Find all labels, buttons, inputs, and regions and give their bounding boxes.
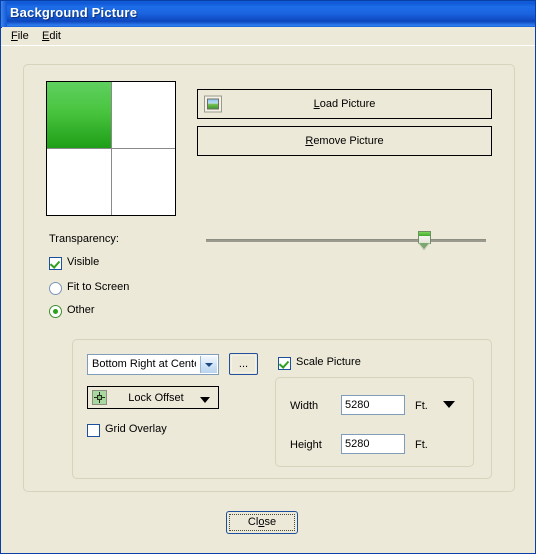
scale-picture-checkbox[interactable] bbox=[278, 357, 291, 370]
chevron-down-icon[interactable] bbox=[200, 356, 217, 373]
close-label-pre: Cl bbox=[247, 516, 259, 528]
title-bar[interactable]: Background Picture bbox=[1, 1, 535, 28]
remove-picture-label: Remove Picture bbox=[198, 135, 491, 147]
lock-offset-chevron-down-icon[interactable] bbox=[200, 397, 210, 403]
remove-picture-text: emove Picture bbox=[313, 135, 384, 147]
lock-offset-button[interactable]: Lock Offset bbox=[87, 386, 219, 409]
menu-edit-rest: dit bbox=[49, 30, 61, 42]
load-picture-text: oad Picture bbox=[319, 98, 376, 110]
load-picture-label: Load Picture bbox=[198, 98, 491, 110]
lock-offset-icon bbox=[92, 390, 107, 405]
height-label: Height bbox=[290, 439, 322, 451]
window-title: Background Picture bbox=[10, 5, 138, 20]
menu-separator bbox=[1, 45, 535, 46]
other-radio[interactable] bbox=[49, 305, 62, 318]
position-dropdown[interactable]: Bottom Right at Center bbox=[87, 354, 219, 375]
position-dropdown-value: Bottom Right at Center bbox=[92, 358, 196, 370]
menu-bar: File Edit bbox=[2, 27, 535, 45]
browse-button-label: ... bbox=[231, 355, 256, 373]
preview-horizontal-divider bbox=[47, 148, 175, 149]
menu-item-file[interactable]: File bbox=[7, 29, 33, 43]
visible-label: Visible bbox=[67, 256, 100, 268]
width-units-label: Ft. bbox=[415, 400, 428, 412]
grid-overlay-label: Grid Overlay bbox=[105, 423, 167, 435]
grid-overlay-checkbox[interactable] bbox=[87, 424, 100, 437]
slider-thumb[interactable] bbox=[418, 231, 431, 252]
remove-picture-button[interactable]: Remove Picture bbox=[197, 126, 492, 156]
height-input[interactable] bbox=[341, 434, 405, 454]
close-button-label: Close bbox=[227, 516, 297, 528]
close-label-post: se bbox=[264, 516, 277, 528]
slider-thumb-tip-inner bbox=[419, 243, 429, 249]
transparency-label: Transparency: bbox=[49, 233, 119, 245]
browse-button[interactable]: ... bbox=[229, 353, 258, 375]
other-label: Other bbox=[67, 304, 95, 316]
menu-file-rest: ile bbox=[17, 30, 29, 42]
menu-item-edit[interactable]: Edit bbox=[38, 29, 65, 43]
load-picture-button[interactable]: Load Picture bbox=[197, 89, 492, 119]
close-button[interactable]: Close bbox=[226, 511, 298, 534]
visible-checkbox[interactable] bbox=[49, 257, 62, 270]
preview-quadrant-top-left bbox=[47, 82, 111, 148]
title-bar-left-edge bbox=[1, 1, 7, 27]
lock-offset-icon-center bbox=[97, 395, 102, 400]
fit-to-screen-radio[interactable] bbox=[49, 282, 62, 295]
slider-track[interactable] bbox=[206, 239, 486, 242]
width-input[interactable] bbox=[341, 395, 405, 415]
width-label: Width bbox=[290, 400, 319, 412]
units-chevron-down-icon[interactable] bbox=[443, 401, 455, 408]
lock-offset-label: Lock Offset bbox=[128, 392, 184, 404]
menu-file-accel: F bbox=[11, 30, 18, 42]
scale-picture-label: Scale Picture bbox=[296, 356, 361, 368]
background-picture-dialog: Background Picture File Edit Load Pictur… bbox=[0, 0, 536, 554]
height-units-label: Ft. bbox=[415, 439, 428, 451]
slider-thumb-cap bbox=[419, 232, 430, 236]
picture-preview[interactable] bbox=[46, 81, 176, 216]
fit-to-screen-label: Fit to Screen bbox=[67, 281, 130, 293]
transparency-slider[interactable] bbox=[206, 231, 486, 251]
